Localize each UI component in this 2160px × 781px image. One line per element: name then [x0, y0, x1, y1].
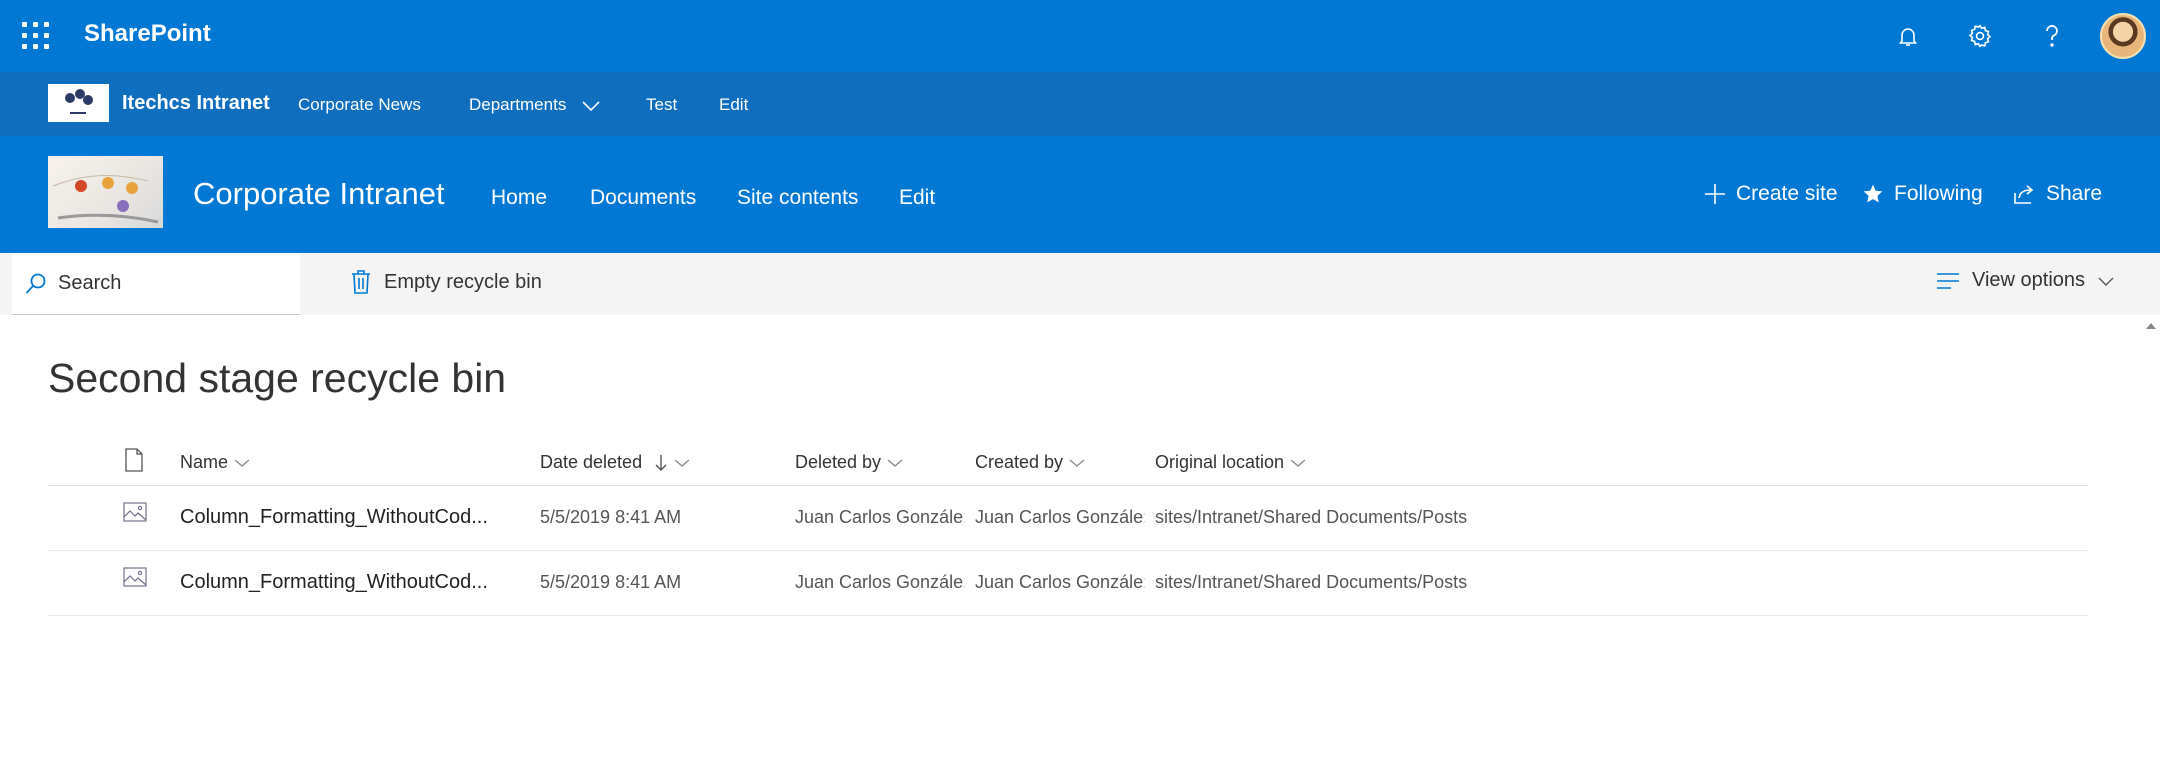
create-site-button[interactable]: Create site — [1704, 182, 1838, 206]
view-options-icon — [1937, 272, 1959, 289]
chevron-down-icon — [2098, 277, 2114, 286]
bell-icon[interactable] — [1890, 18, 1926, 54]
column-header-name-label: Name — [180, 452, 229, 472]
chevron-down-icon — [582, 100, 600, 111]
hub-link-departments[interactable]: Departments — [469, 95, 601, 115]
plus-icon — [1705, 184, 1725, 204]
row-name[interactable]: Column_Formatting_WithoutCod... — [180, 571, 510, 594]
row-deleted-by: Juan Carlos Gonzále; — [795, 507, 965, 527]
site-logo[interactable] — [48, 156, 163, 228]
row-deleted-by: Juan Carlos Gonzále; — [795, 572, 965, 592]
row-created-by: Juan Carlos Gonzále; — [975, 572, 1145, 592]
chevron-down-icon — [234, 459, 250, 467]
view-options-button[interactable]: View options — [1936, 269, 2115, 292]
waffle-icon[interactable] — [22, 22, 50, 50]
hub-link-corporate-news[interactable]: Corporate News — [298, 95, 421, 115]
column-header-date-deleted[interactable]: Date deleted — [540, 452, 690, 473]
column-header-original-location[interactable]: Original location — [1155, 452, 1306, 473]
share-icon — [2014, 185, 2034, 204]
view-options-label: View options — [1972, 269, 2086, 291]
image-file-icon — [123, 567, 147, 592]
create-site-label: Create site — [1736, 182, 1838, 205]
sort-descending-icon — [655, 454, 667, 471]
row-name[interactable]: Column_Formatting_WithoutCod... — [180, 506, 510, 529]
row-date-deleted: 5/5/2019 8:41 AM — [540, 572, 682, 592]
page-title: Second stage recycle bin — [48, 355, 507, 401]
column-header-deleted-by-label: Deleted by — [795, 452, 882, 472]
site-header: Corporate Intranet Home Documents Site c… — [0, 136, 2160, 253]
following-label: Following — [1894, 182, 1983, 205]
hub-link-label: Departments — [469, 95, 567, 114]
site-title[interactable]: Corporate Intranet — [193, 176, 445, 212]
search-label: Search — [58, 272, 122, 294]
following-button[interactable]: Following — [1862, 182, 1983, 206]
hub-navigation: Itechcs Intranet Corporate News Departme… — [0, 72, 2160, 136]
app-brand[interactable]: SharePoint — [84, 20, 211, 48]
row-created-by: Juan Carlos Gonzále; — [975, 507, 1145, 527]
table-row[interactable]: Column_Formatting_WithoutCod... 5/5/2019… — [48, 486, 2088, 551]
vertical-scrollbar[interactable] — [2140, 315, 2160, 781]
chevron-down-icon — [674, 459, 690, 467]
row-date-deleted: 5/5/2019 8:41 AM — [540, 507, 682, 527]
site-nav-site-contents[interactable]: Site contents — [737, 186, 858, 210]
row-original-location: sites/Intranet/Shared Documents/Posts — [1155, 507, 1468, 527]
chevron-down-icon — [1069, 459, 1085, 467]
command-bar: Search Empty recycle bin View options — [0, 253, 2160, 315]
user-avatar[interactable] — [2100, 13, 2146, 59]
image-file-icon — [123, 502, 147, 527]
file-type-column-icon[interactable] — [124, 448, 144, 472]
chevron-down-icon — [887, 459, 903, 467]
empty-recycle-bin-button[interactable]: Empty recycle bin — [350, 269, 542, 295]
recycle-bin-list: Name Date deleted Deleted by Created by … — [48, 440, 2088, 616]
trash-icon — [352, 270, 370, 294]
hub-logo[interactable] — [48, 84, 109, 122]
search-icon — [25, 273, 46, 294]
column-header-deleted-by[interactable]: Deleted by — [795, 452, 903, 473]
scroll-up-arrow-icon[interactable] — [2146, 323, 2156, 329]
column-header-created-by-label: Created by — [975, 452, 1064, 472]
share-button[interactable]: Share — [2012, 182, 2102, 206]
row-original-location: sites/Intranet/Shared Documents/Posts — [1155, 572, 1468, 592]
chevron-down-icon — [1290, 459, 1306, 467]
hub-link-test[interactable]: Test — [646, 95, 677, 115]
site-nav-edit[interactable]: Edit — [899, 186, 935, 210]
site-nav-documents[interactable]: Documents — [590, 186, 696, 210]
empty-recycle-bin-label: Empty recycle bin — [384, 270, 542, 293]
gear-icon[interactable] — [1962, 18, 1998, 54]
list-header: Name Date deleted Deleted by Created by … — [48, 440, 2088, 486]
site-nav-home[interactable]: Home — [491, 186, 547, 210]
share-label: Share — [2046, 182, 2103, 205]
column-header-created-by[interactable]: Created by — [975, 452, 1085, 473]
help-icon[interactable] — [2034, 18, 2070, 54]
table-row[interactable]: Column_Formatting_WithoutCod... 5/5/2019… — [48, 551, 2088, 616]
hub-title[interactable]: Itechcs Intranet — [122, 92, 270, 115]
column-header-original-location-label: Original location — [1155, 452, 1285, 472]
search-box[interactable]: Search — [12, 253, 300, 315]
star-icon — [1863, 184, 1883, 203]
suite-bar: SharePoint — [0, 0, 2160, 72]
hub-link-edit[interactable]: Edit — [719, 95, 748, 115]
column-header-date-deleted-label: Date deleted — [540, 452, 643, 472]
column-header-name[interactable]: Name — [180, 452, 250, 473]
